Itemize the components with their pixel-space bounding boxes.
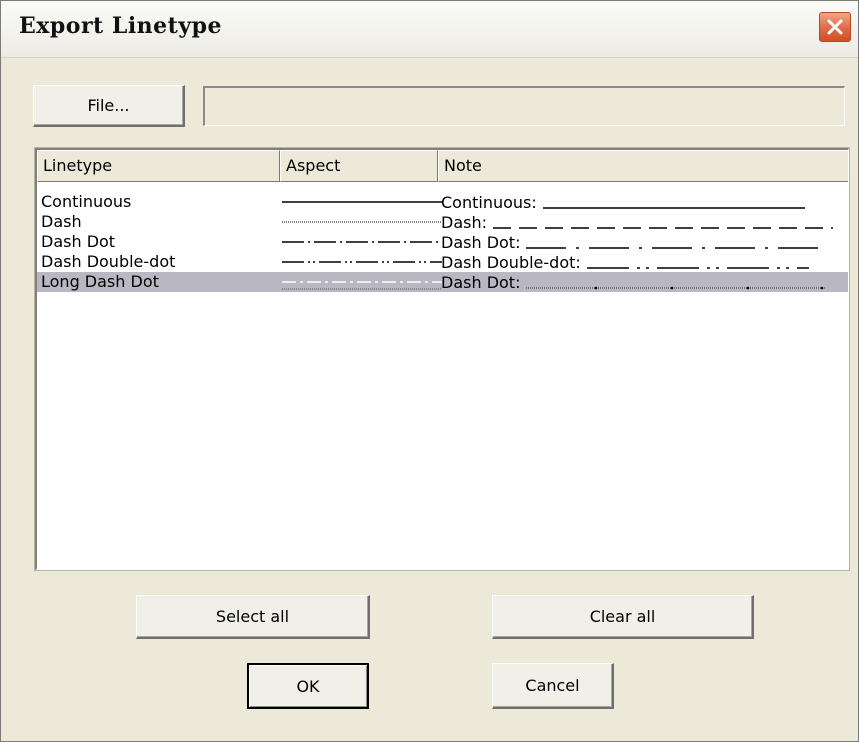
column-header-linetype[interactable]: Linetype [37, 150, 280, 182]
note-text: Continuous: [441, 192, 537, 212]
cancel-button[interactable]: Cancel [492, 663, 614, 709]
note-line-sample [542, 192, 805, 212]
linetype-name: Dash Dot [41, 232, 116, 251]
close-button[interactable] [819, 12, 851, 42]
aspect-preview [282, 232, 442, 252]
linetype-name: Dash [41, 212, 82, 231]
linetype-name: Continuous [41, 192, 132, 211]
file-path-field[interactable] [203, 86, 845, 126]
list-item[interactable]: Dash Dash: [37, 212, 848, 232]
linetype-name: Dash Double-dot [41, 252, 176, 271]
list-item[interactable]: Dash Dot Dash Dot: [37, 232, 848, 252]
title-bar[interactable]: Export Linetype [1, 1, 858, 58]
file-button[interactable]: File... [33, 85, 185, 127]
note-text: Dash: [441, 212, 487, 232]
note-cell: Dash: [441, 212, 833, 232]
list-header: Linetype Aspect Note [37, 150, 848, 182]
list-item[interactable]: Dash Double-dot Dash Double-dot: [37, 252, 848, 272]
dialog-title: Export Linetype [19, 13, 222, 39]
note-text: Dash Double-dot: [441, 252, 581, 272]
note-cell: Dash Dot: [441, 232, 827, 252]
list-item-selected[interactable]: Long Dash Dot Dash Dot: [37, 272, 848, 292]
aspect-preview [282, 272, 442, 292]
linetype-name: Long Dash Dot [41, 272, 159, 291]
aspect-preview [282, 192, 442, 212]
note-text: Dash Dot: [441, 272, 521, 292]
note-text: Dash Dot: [441, 232, 521, 252]
column-header-aspect[interactable]: Aspect [280, 150, 438, 182]
note-line-sample [526, 272, 827, 292]
note-cell: Continuous: [441, 192, 805, 212]
column-header-note[interactable]: Note [438, 150, 848, 182]
note-line-sample [586, 252, 809, 272]
select-all-button[interactable]: Select all [136, 595, 370, 639]
clear-all-button[interactable]: Clear all [492, 595, 754, 639]
note-cell: Dash Double-dot: [441, 252, 809, 272]
linetype-list[interactable]: Linetype Aspect Note Continuous Continuo… [34, 147, 850, 571]
close-icon [827, 19, 843, 35]
export-linetype-dialog: Export Linetype File... Linetype Aspect … [0, 0, 859, 742]
note-line-sample [526, 232, 827, 252]
aspect-preview [282, 212, 442, 232]
aspect-preview [282, 252, 442, 272]
ok-button[interactable]: OK [247, 663, 369, 709]
note-line-sample [493, 212, 833, 232]
list-item[interactable]: Continuous Continuous: [37, 192, 848, 212]
note-cell: Dash Dot: [441, 272, 827, 292]
